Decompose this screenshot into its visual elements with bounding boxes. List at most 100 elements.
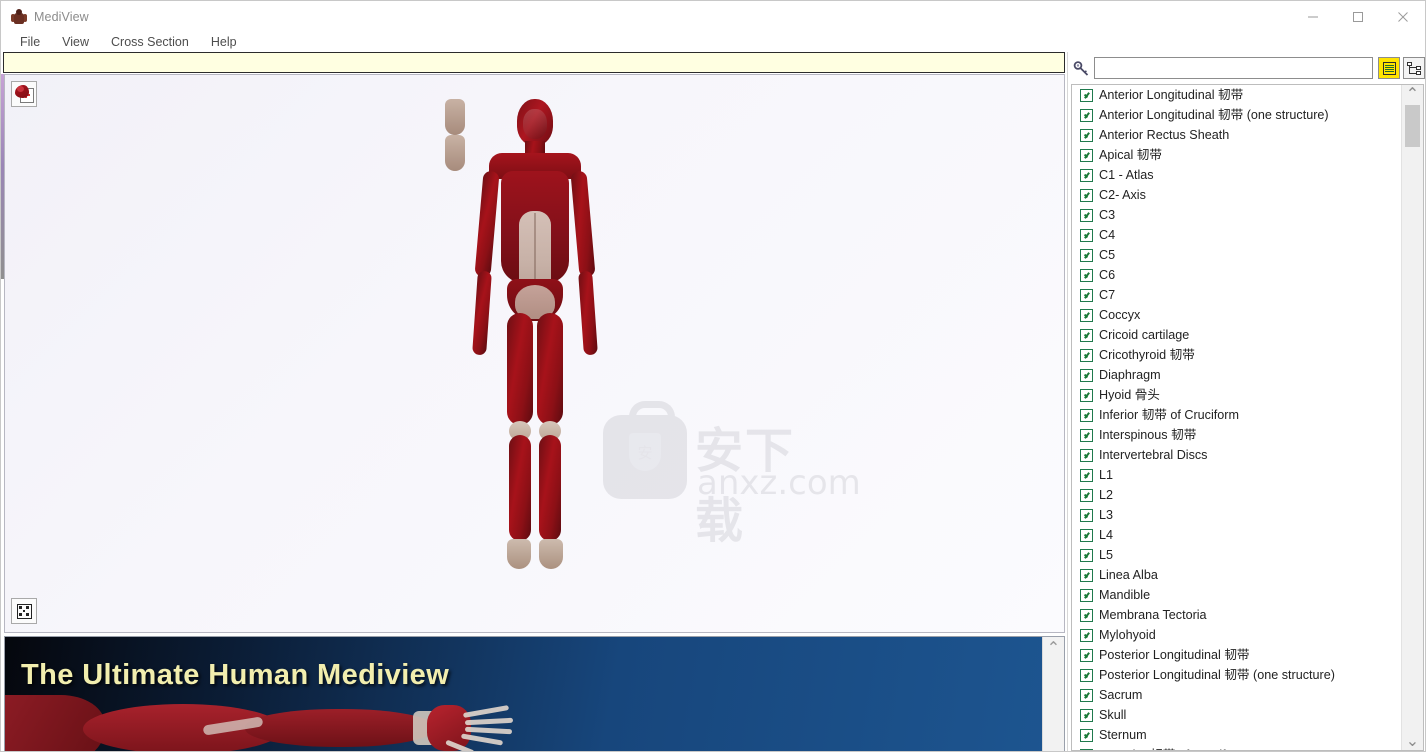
arm-anatomy-illustration — [5, 695, 514, 751]
list-item[interactable]: Intervertebral Discs — [1072, 445, 1402, 465]
checkbox-checked-icon[interactable] — [1080, 448, 1093, 462]
checkbox-checked-icon[interactable] — [1080, 488, 1093, 502]
list-item[interactable]: Anterior Longitudinal 韧带 (one structure) — [1072, 105, 1402, 125]
checkbox-checked-icon[interactable] — [1080, 208, 1093, 222]
checkbox-checked-icon[interactable] — [1080, 528, 1093, 542]
checkbox-checked-icon[interactable] — [1080, 248, 1093, 262]
list-item-label: C6 — [1099, 268, 1116, 282]
model-viewport[interactable]: 安 安下载 anxz.com — [4, 74, 1065, 633]
list-item[interactable]: Anterior Longitudinal 韧带 — [1072, 85, 1402, 105]
list-view-button[interactable] — [1378, 57, 1400, 79]
list-scroll-thumb[interactable] — [1405, 105, 1420, 147]
checkbox-checked-icon[interactable] — [1080, 668, 1093, 682]
list-item[interactable]: C2- Axis — [1072, 185, 1402, 205]
list-item[interactable]: Membrana Tectoria — [1072, 605, 1402, 625]
list-item[interactable]: C1 - Atlas — [1072, 165, 1402, 185]
checkbox-checked-icon[interactable] — [1080, 648, 1093, 662]
checkbox-checked-icon[interactable] — [1080, 268, 1093, 282]
banner-scroll-up-icon[interactable]: ⌃ — [1043, 637, 1064, 658]
checkbox-checked-icon[interactable] — [1080, 308, 1093, 322]
list-item[interactable]: L2 — [1072, 485, 1402, 505]
banner-scrollbar[interactable]: ⌃ ⌄ — [1042, 637, 1064, 751]
tree-view-button[interactable] — [1403, 57, 1425, 79]
checkbox-checked-icon[interactable] — [1080, 228, 1093, 242]
structure-list[interactable]: Anterior Longitudinal 韧带 Anterior Longitu… — [1072, 85, 1402, 750]
menu-file[interactable]: File — [9, 32, 51, 52]
list-item[interactable]: L1 — [1072, 465, 1402, 485]
main-body: 安 安下载 anxz.com The Ultimate Human Medivi… — [1, 52, 1425, 751]
checkbox-checked-icon[interactable] — [1080, 348, 1093, 362]
search-input[interactable] — [1094, 57, 1373, 79]
checkbox-checked-icon[interactable] — [1080, 708, 1093, 722]
list-item[interactable]: Posterior Longitudinal 韧带 — [1072, 645, 1402, 665]
minimize-button[interactable] — [1290, 1, 1335, 32]
list-item[interactable]: C7 — [1072, 285, 1402, 305]
human-anatomy-model[interactable] — [444, 99, 625, 579]
list-item[interactable]: C6 — [1072, 265, 1402, 285]
list-item[interactable]: Apical 韧带 — [1072, 145, 1402, 165]
checkbox-checked-icon[interactable] — [1080, 288, 1093, 302]
new-document-icon — [14, 85, 34, 103]
list-item[interactable]: Sternum — [1072, 725, 1402, 745]
list-scroll-up-icon[interactable]: ⌃ — [1402, 85, 1423, 103]
list-item[interactable]: Skull — [1072, 705, 1402, 725]
list-item[interactable]: L4 — [1072, 525, 1402, 545]
menu-help[interactable]: Help — [200, 32, 248, 52]
checkbox-checked-icon[interactable] — [1080, 628, 1093, 642]
list-item[interactable]: L5 — [1072, 545, 1402, 565]
list-item[interactable]: Sacrum — [1072, 685, 1402, 705]
list-item[interactable]: Anterior Rectus Sheath — [1072, 125, 1402, 145]
list-item[interactable]: Linea Alba — [1072, 565, 1402, 585]
list-item[interactable]: Superior 韧带 of Cruciform — [1072, 745, 1402, 750]
list-item-label: Cricothyroid 韧带 — [1099, 348, 1195, 362]
list-scroll-down-icon[interactable]: ⌄ — [1402, 732, 1423, 750]
list-item[interactable]: Posterior Longitudinal 韧带 (one structure… — [1072, 665, 1402, 685]
list-item[interactable]: Interspinous 韧带 — [1072, 425, 1402, 445]
menu-view[interactable]: View — [51, 32, 100, 52]
list-item-label: Hyoid 骨头 — [1099, 388, 1160, 402]
list-item[interactable]: Hyoid 骨头 — [1072, 385, 1402, 405]
checkbox-checked-icon[interactable] — [1080, 568, 1093, 582]
checkbox-checked-icon[interactable] — [1080, 428, 1093, 442]
list-item[interactable]: Inferior 韧带 of Cruciform — [1072, 405, 1402, 425]
list-item[interactable]: Diaphragm — [1072, 365, 1402, 385]
checkbox-checked-icon[interactable] — [1080, 148, 1093, 162]
checkbox-checked-icon[interactable] — [1080, 508, 1093, 522]
menu-cross-section[interactable]: Cross Section — [100, 32, 200, 52]
checkbox-checked-icon[interactable] — [1080, 548, 1093, 562]
list-item[interactable]: C3 — [1072, 205, 1402, 225]
list-item[interactable]: Mylohyoid — [1072, 625, 1402, 645]
list-item[interactable]: Coccyx — [1072, 305, 1402, 325]
fit-to-screen-button[interactable] — [11, 598, 37, 624]
list-item[interactable]: Mandible — [1072, 585, 1402, 605]
checkbox-checked-icon[interactable] — [1080, 468, 1093, 482]
checkbox-checked-icon[interactable] — [1080, 408, 1093, 422]
checkbox-checked-icon[interactable] — [1080, 108, 1093, 122]
list-item[interactable]: C4 — [1072, 225, 1402, 245]
new-document-button[interactable] — [11, 81, 37, 107]
checkbox-checked-icon[interactable] — [1080, 608, 1093, 622]
checkbox-checked-icon[interactable] — [1080, 388, 1093, 402]
list-item[interactable]: L3 — [1072, 505, 1402, 525]
list-item[interactable]: Cricothyroid 韧带 — [1072, 345, 1402, 365]
checkbox-checked-icon[interactable] — [1080, 328, 1093, 342]
window-title: MediView — [34, 9, 89, 24]
checkbox-checked-icon[interactable] — [1080, 688, 1093, 702]
list-item-label: Skull — [1099, 708, 1127, 722]
checkbox-checked-icon[interactable] — [1080, 168, 1093, 182]
checkbox-checked-icon[interactable] — [1080, 128, 1093, 142]
checkbox-checked-icon[interactable] — [1080, 188, 1093, 202]
checkbox-checked-icon[interactable] — [1080, 728, 1093, 742]
checkbox-checked-icon[interactable] — [1080, 88, 1093, 102]
structure-listbox[interactable]: Anterior Longitudinal 韧带 Anterior Longitu… — [1071, 84, 1424, 751]
close-button[interactable] — [1380, 1, 1425, 32]
maximize-button[interactable] — [1335, 1, 1380, 32]
checkbox-checked-icon[interactable] — [1080, 748, 1093, 750]
list-item-label: Mylohyoid — [1099, 628, 1156, 642]
watermark-badge-text: 安 — [637, 444, 653, 462]
list-item[interactable]: C5 — [1072, 245, 1402, 265]
list-item[interactable]: Cricoid cartilage — [1072, 325, 1402, 345]
structure-list-scrollbar[interactable]: ⌃ ⌄ — [1401, 85, 1423, 750]
checkbox-checked-icon[interactable] — [1080, 368, 1093, 382]
checkbox-checked-icon[interactable] — [1080, 588, 1093, 602]
